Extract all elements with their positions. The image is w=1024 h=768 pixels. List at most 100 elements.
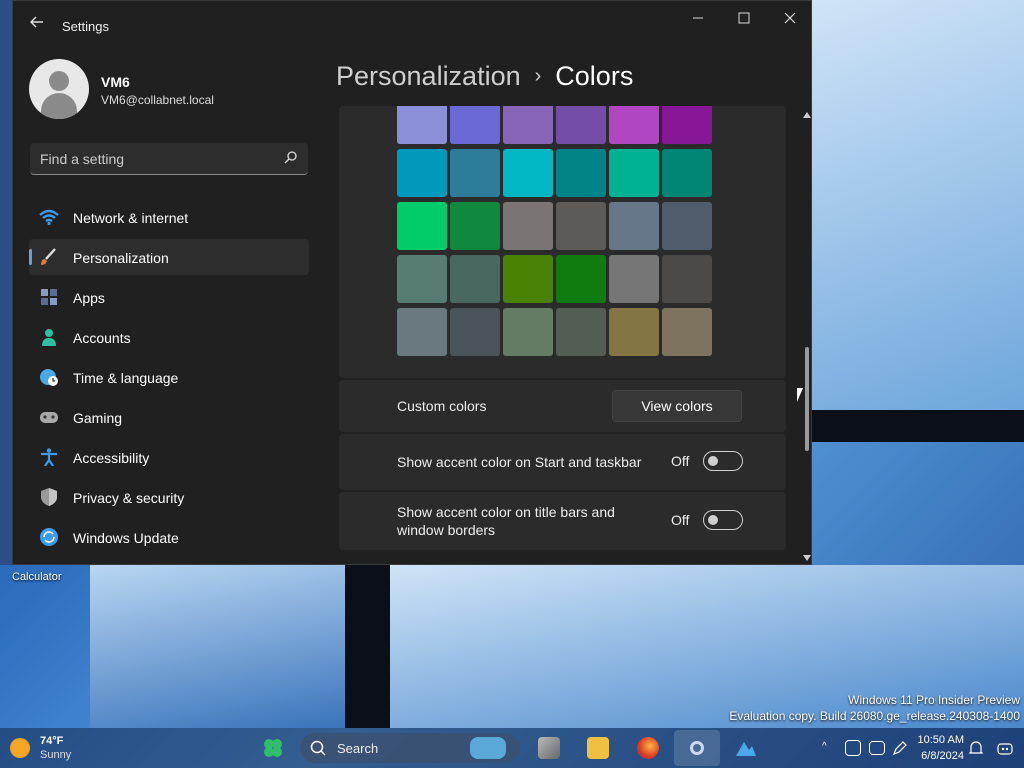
scrollbar-thumb[interactable]: [805, 347, 809, 451]
color-swatch[interactable]: [450, 308, 500, 356]
custom-colors-row: Custom colors View colors: [339, 380, 786, 432]
color-swatch[interactable]: [556, 149, 606, 197]
widgets-icon[interactable]: [262, 737, 284, 759]
sidebar-item-apps[interactable]: Apps: [29, 279, 309, 315]
photos-icon[interactable]: [735, 737, 757, 759]
weather-sun-icon[interactable]: [10, 738, 30, 758]
accent-start-taskbar-row: Show accent color on Start and taskbar O…: [339, 434, 786, 490]
breadcrumb: Personalization › Colors: [336, 61, 633, 92]
desktop-icon-calculator-label[interactable]: Calculator: [12, 571, 62, 583]
back-arrow-icon[interactable]: [27, 15, 47, 35]
color-swatch[interactable]: [397, 308, 447, 356]
accent-title-bars-toggle[interactable]: [703, 510, 743, 530]
color-swatch[interactable]: [450, 255, 500, 303]
content-pane: Custom colors View colors Show accent co…: [339, 106, 786, 551]
color-swatch[interactable]: [662, 106, 712, 144]
weather-temperature[interactable]: 74°F: [40, 735, 63, 747]
avatar[interactable]: [29, 59, 89, 119]
close-icon[interactable]: [775, 9, 805, 29]
sidebar-item-windows-update[interactable]: Windows Update: [29, 519, 309, 555]
brush-icon: [39, 248, 59, 266]
custom-colors-label: Custom colors: [397, 398, 487, 414]
copilot-icon[interactable]: [996, 739, 1014, 757]
color-swatch[interactable]: [662, 308, 712, 356]
weather-condition[interactable]: Sunny: [40, 749, 71, 761]
firefox-icon[interactable]: [637, 737, 659, 759]
color-swatch[interactable]: [397, 202, 447, 250]
sidebar-item-accounts[interactable]: Accounts: [29, 319, 309, 355]
sidebar-item-personalization[interactable]: Personalization: [29, 239, 309, 275]
bell-icon[interactable]: [968, 740, 984, 756]
view-colors-button[interactable]: View colors: [612, 390, 742, 422]
task-view-icon[interactable]: [538, 737, 560, 759]
toggle-state-text: Off: [671, 453, 690, 469]
color-swatch[interactable]: [556, 202, 606, 250]
sidebar-item-label: Accessibility: [73, 450, 150, 466]
scroll-down-icon[interactable]: [803, 555, 811, 561]
color-swatch[interactable]: [450, 106, 500, 144]
apps-icon: [39, 288, 59, 306]
color-swatch[interactable]: [609, 308, 659, 356]
maximize-icon[interactable]: [729, 9, 759, 29]
content-scrollbar[interactable]: [802, 109, 812, 561]
color-swatch[interactable]: [609, 149, 659, 197]
color-swatch[interactable]: [662, 202, 712, 250]
color-swatch[interactable]: [609, 202, 659, 250]
color-swatch[interactable]: [450, 149, 500, 197]
taskbar-search[interactable]: Search: [300, 733, 520, 763]
color-swatch[interactable]: [397, 149, 447, 197]
sidebar-item-accessibility[interactable]: Accessibility: [29, 439, 309, 475]
color-swatch[interactable]: [397, 106, 447, 144]
color-swatch[interactable]: [662, 255, 712, 303]
clock-time[interactable]: 10:50 AM: [908, 734, 964, 746]
color-swatch[interactable]: [556, 308, 606, 356]
color-swatch[interactable]: [609, 106, 659, 144]
search-input[interactable]: Find a setting: [30, 143, 308, 175]
color-swatch[interactable]: [397, 255, 447, 303]
globe-clock-icon: [39, 368, 59, 386]
toggle-knob: [708, 515, 718, 525]
file-explorer-icon[interactable]: [587, 737, 609, 759]
profile-name: VM6: [101, 74, 130, 90]
sidebar-item-label: Gaming: [73, 410, 123, 426]
sidebar-item-privacy-security[interactable]: Privacy & security: [29, 479, 309, 515]
sidebar-item-label: Privacy & security: [73, 490, 185, 506]
color-swatch[interactable]: [662, 149, 712, 197]
color-swatch[interactable]: [503, 149, 553, 197]
title-bar: Settings: [13, 1, 811, 51]
network-icon[interactable]: [845, 740, 861, 756]
color-swatch[interactable]: [503, 308, 553, 356]
settings-window: Settings VM6 VM6@collabnet.local Find a …: [12, 0, 812, 565]
color-swatch[interactable]: [556, 255, 606, 303]
search-highlight-icon: [470, 737, 506, 759]
sidebar-item-gaming[interactable]: Gaming: [29, 399, 309, 435]
profile-email: VM6@collabnet.local: [101, 93, 214, 107]
accent-start-taskbar-toggle[interactable]: [703, 451, 743, 471]
chevron-right-icon: ›: [534, 65, 542, 87]
color-swatch[interactable]: [503, 106, 553, 144]
sidebar-item-label: Personalization: [73, 250, 169, 266]
wallpaper-pane: [90, 565, 345, 728]
page-title: Colors: [555, 61, 634, 91]
color-swatch[interactable]: [609, 255, 659, 303]
app-title: Settings: [62, 19, 109, 34]
minimize-icon[interactable]: [683, 9, 713, 29]
color-swatch[interactable]: [556, 106, 606, 144]
sidebar-item-time-language[interactable]: Time & language: [29, 359, 309, 395]
scroll-up-icon[interactable]: [803, 112, 811, 118]
pen-icon[interactable]: [892, 741, 907, 756]
gamepad-icon: [39, 408, 59, 426]
accent-title-bars-label: Show accent color on title bars and wind…: [397, 503, 615, 539]
clock-date[interactable]: 6/8/2024: [908, 750, 964, 762]
display-icon[interactable]: [869, 741, 885, 755]
breadcrumb-parent[interactable]: Personalization: [336, 61, 521, 91]
watermark-line-1: Windows 11 Pro Insider Preview: [848, 693, 1020, 707]
color-swatch[interactable]: [503, 255, 553, 303]
avatar-body: [41, 93, 77, 119]
color-swatch[interactable]: [450, 202, 500, 250]
sidebar-item-network[interactable]: Network & internet: [29, 199, 309, 235]
wallpaper-pane: [812, 0, 1024, 410]
color-swatch[interactable]: [503, 202, 553, 250]
settings-taskbar-button[interactable]: [674, 730, 720, 766]
chevron-up-icon[interactable]: ^: [822, 741, 827, 752]
